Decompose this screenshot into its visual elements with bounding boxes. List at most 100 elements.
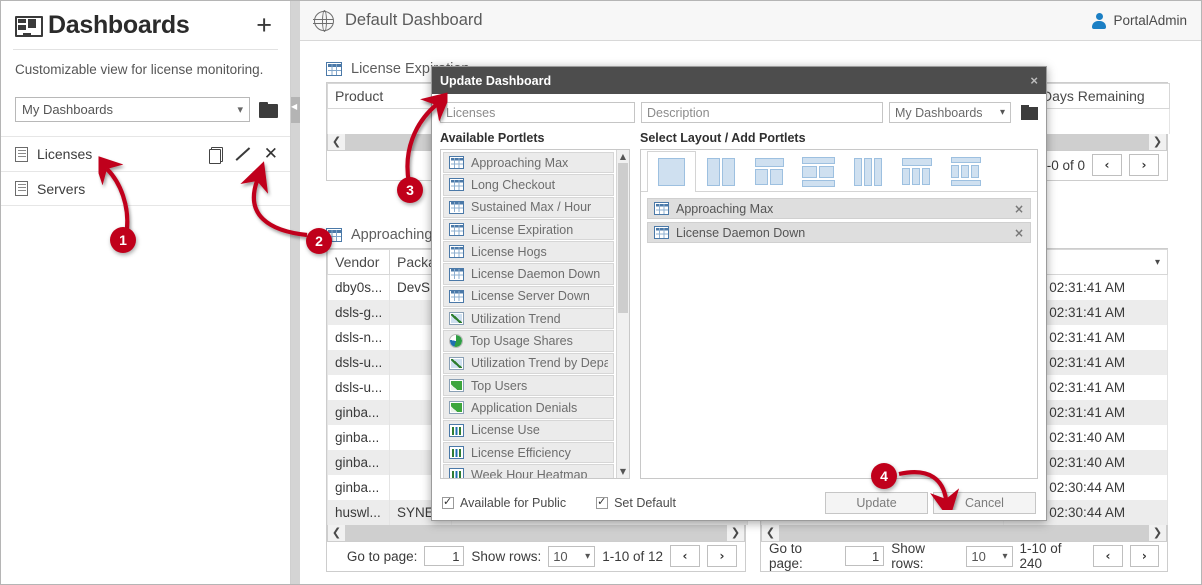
layout-option-two-column[interactable] bbox=[696, 151, 745, 191]
page-title: Dashboards bbox=[48, 11, 190, 39]
annotation-marker-3: 3 bbox=[397, 177, 423, 203]
rows-per-page-select[interactable]: 10 ▾ bbox=[548, 545, 596, 567]
sidebar-item-licenses[interactable]: Licenses ✕ bbox=[1, 136, 290, 171]
available-portlet-item[interactable]: Sustained Max / Hour bbox=[443, 196, 614, 218]
scroll-right-icon[interactable]: ❯ bbox=[727, 524, 744, 541]
remove-portlet-icon[interactable]: × bbox=[1014, 226, 1024, 240]
grid-chart-icon bbox=[449, 223, 464, 237]
bar-chart-icon bbox=[449, 423, 464, 437]
delete-icon[interactable]: ✕ bbox=[264, 145, 278, 163]
table-icon bbox=[654, 202, 669, 215]
copy-icon[interactable] bbox=[208, 146, 223, 164]
available-for-public-checkbox[interactable]: Available for Public bbox=[442, 495, 566, 510]
selected-portlet-item[interactable]: Approaching Max × bbox=[647, 198, 1031, 219]
bar-chart-icon bbox=[449, 468, 464, 478]
scroll-left-icon[interactable]: ❮ bbox=[328, 524, 345, 541]
available-portlet-item[interactable]: License Expiration bbox=[443, 218, 614, 241]
pager-prev-button[interactable]: ‹ bbox=[670, 545, 700, 567]
available-portlet-label: Utilization Trend bbox=[471, 311, 561, 326]
rows-per-page-value: 10 bbox=[553, 548, 568, 564]
goto-page-input[interactable]: 1 bbox=[424, 546, 465, 566]
available-portlet-item[interactable]: Top Users bbox=[443, 374, 614, 397]
top-bar: Default Dashboard PortalAdmin bbox=[300, 1, 1201, 41]
sidebar-collapse-handle[interactable] bbox=[291, 97, 300, 123]
scroll-right-icon[interactable]: ❯ bbox=[1149, 133, 1166, 150]
close-icon[interactable]: × bbox=[1030, 73, 1038, 88]
goto-page-input[interactable]: 1 bbox=[844, 546, 885, 566]
pager-next-button[interactable]: › bbox=[1129, 154, 1159, 176]
selected-portlets-drop-area[interactable]: Approaching Max × License Daemon Down × bbox=[641, 192, 1037, 252]
available-portlets-column: Available Portlets Approaching Max Long C… bbox=[440, 123, 630, 479]
column-header-product[interactable]: Product bbox=[327, 83, 435, 109]
dashboard-group-select[interactable]: My Dashboards ▾ bbox=[15, 97, 250, 122]
layout-option-three-column[interactable] bbox=[843, 151, 892, 191]
available-portlet-item[interactable]: Application Denials bbox=[443, 397, 614, 419]
table-cell bbox=[327, 108, 435, 134]
available-portlet-item[interactable]: Long Checkout bbox=[443, 174, 614, 196]
horizontal-scrollbar[interactable]: ❮ ❯ bbox=[761, 524, 1167, 541]
layout-option-banner-three-banner[interactable] bbox=[941, 151, 990, 191]
available-portlet-item[interactable]: Top Usage Shares bbox=[443, 330, 614, 352]
available-portlet-item[interactable]: Utilization Trend by Department bbox=[443, 352, 614, 374]
dialog-fields-row: Licenses Description My Dashboards ▾ bbox=[440, 102, 1038, 123]
available-portlet-item[interactable]: License Daemon Down bbox=[443, 263, 614, 285]
table-cell: dsls-u... bbox=[327, 374, 390, 400]
available-portlets-scrollbar[interactable]: ▲ ▼ bbox=[616, 150, 629, 478]
user-name[interactable]: PortalAdmin bbox=[1113, 13, 1187, 28]
add-dashboard-button[interactable]: + bbox=[256, 12, 276, 39]
area-chart-icon bbox=[449, 379, 464, 393]
update-button[interactable]: Update bbox=[825, 492, 928, 514]
layout-option-banner-three[interactable] bbox=[892, 151, 941, 191]
scroll-down-icon[interactable]: ▼ bbox=[617, 465, 629, 478]
line-chart-icon bbox=[449, 356, 464, 370]
sidebar-item-servers[interactable]: Servers bbox=[1, 171, 290, 206]
pager-next-button[interactable]: › bbox=[707, 545, 737, 567]
pager-prev-button[interactable]: ‹ bbox=[1093, 545, 1123, 567]
available-portlet-item[interactable]: License Hogs bbox=[443, 241, 614, 263]
dashboard-name-input[interactable]: Licenses bbox=[440, 102, 635, 123]
available-portlet-label: Utilization Trend by Department bbox=[471, 356, 608, 371]
available-portlet-item[interactable]: License Use bbox=[443, 419, 614, 441]
annotation-marker-4: 4 bbox=[871, 463, 897, 489]
remove-portlet-icon[interactable]: × bbox=[1014, 202, 1024, 216]
horizontal-scrollbar[interactable]: ❮ ❯ bbox=[327, 524, 745, 541]
available-portlet-item[interactable]: License Server Down bbox=[443, 285, 614, 308]
pager-prev-button[interactable]: ‹ bbox=[1092, 154, 1122, 176]
goto-page-label: Go to page: bbox=[769, 541, 803, 571]
sidebar-collapse-bar[interactable] bbox=[291, 1, 300, 584]
scroll-right-icon[interactable]: ❯ bbox=[1149, 524, 1166, 541]
layout-option-one-over-two[interactable] bbox=[745, 151, 794, 191]
available-portlets-list[interactable]: Approaching Max Long Checkout Sustained Ma… bbox=[440, 149, 630, 479]
edit-icon[interactable] bbox=[235, 146, 251, 162]
scroll-up-icon[interactable]: ▲ bbox=[617, 150, 629, 163]
dialog-body: Licenses Description My Dashboards ▾ Ava… bbox=[432, 94, 1046, 479]
dashboard-group-row: My Dashboards ▾ bbox=[1, 93, 290, 136]
pager-next-button[interactable]: › bbox=[1129, 545, 1159, 567]
selected-portlet-item[interactable]: License Daemon Down × bbox=[647, 222, 1031, 243]
cancel-button[interactable]: Cancel bbox=[933, 492, 1036, 514]
select-layout-label: Select Layout / Add Portlets bbox=[640, 131, 806, 145]
scrollbar-thumb[interactable] bbox=[618, 163, 628, 313]
scroll-left-icon[interactable]: ❮ bbox=[328, 133, 345, 150]
available-portlet-item[interactable]: Utilization Trend bbox=[443, 308, 614, 330]
open-folder-icon[interactable] bbox=[259, 101, 278, 118]
dashboard-group-value: My Dashboards bbox=[22, 102, 114, 117]
layout-option-banner-two-banner[interactable] bbox=[794, 151, 843, 191]
rows-per-page-value: 10 bbox=[971, 548, 986, 564]
scroll-left-icon[interactable]: ❮ bbox=[762, 524, 779, 541]
dialog-title-bar[interactable]: Update Dashboard × bbox=[432, 67, 1046, 94]
available-portlet-item[interactable]: License Efficiency bbox=[443, 441, 614, 464]
dashboard-group-select[interactable]: My Dashboards ▾ bbox=[889, 102, 1011, 123]
layout-panel: Approaching Max × License Daemon Down × bbox=[640, 149, 1038, 479]
table-cell bbox=[1034, 108, 1170, 134]
layout-option-one-column[interactable] bbox=[647, 151, 696, 192]
dashboard-description-input[interactable]: Description bbox=[641, 102, 883, 123]
column-header-vendor[interactable]: Vendor bbox=[327, 249, 390, 275]
available-portlet-item[interactable]: Approaching Max bbox=[443, 152, 614, 174]
set-default-checkbox[interactable]: Set Default bbox=[596, 495, 676, 510]
available-portlet-item[interactable]: Week Hour Heatmap bbox=[443, 464, 614, 478]
checkbox-box bbox=[442, 495, 454, 509]
column-header-days-remaining[interactable]: Days Remaining bbox=[1034, 83, 1170, 109]
new-group-folder-icon[interactable] bbox=[1021, 105, 1038, 120]
rows-per-page-select[interactable]: 10 ▾ bbox=[966, 545, 1013, 567]
